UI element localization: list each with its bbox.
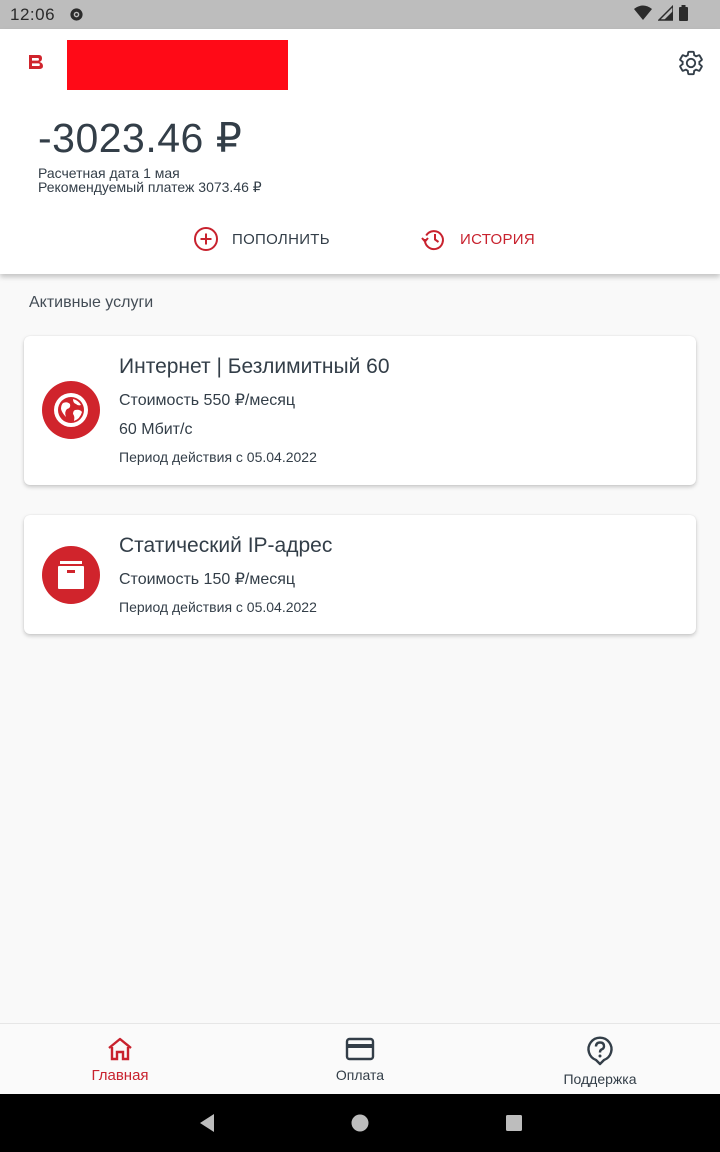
- recents-icon: [506, 1115, 522, 1131]
- system-back-button[interactable]: [195, 1111, 219, 1135]
- system-recents-button[interactable]: [502, 1111, 526, 1135]
- back-icon: [200, 1114, 214, 1132]
- status-bar: 12:06: [0, 0, 720, 29]
- gear-icon: [679, 50, 703, 76]
- help-bubble-icon: [587, 1036, 613, 1066]
- globe-icon: [54, 393, 88, 427]
- topup-label: ПОПОЛНИТЬ: [232, 230, 330, 248]
- service-icon: [42, 381, 100, 439]
- nav-payment-label: Оплата: [335, 1067, 385, 1083]
- nav-home[interactable]: Главная: [0, 1024, 240, 1095]
- service-cost: Стоимость 150 ₽/месяц: [119, 571, 296, 588]
- settings-button[interactable]: [676, 48, 706, 78]
- nav-home-label: Главная: [91, 1067, 149, 1084]
- system-home-button[interactable]: [348, 1111, 372, 1135]
- status-time: 12:06: [10, 4, 56, 24]
- signal-icon: [658, 5, 673, 21]
- balance-amount: -3023.46 ₽: [38, 115, 243, 161]
- home-circle-icon: [351, 1114, 369, 1132]
- service-icon: [42, 546, 100, 604]
- service-speed: 60 Мбит/с: [119, 421, 193, 438]
- service-period: Период действия с 05.04.2022: [119, 599, 317, 615]
- system-navigation-bar: [0, 1094, 720, 1152]
- archive-icon: [58, 561, 84, 589]
- home-icon: [108, 1037, 132, 1061]
- history-label: ИСТОРИЯ: [460, 230, 535, 248]
- nav-support-label: Поддержка: [563, 1071, 637, 1087]
- service-cost: Стоимость 550 ₽/месяц: [119, 392, 296, 409]
- credit-card-icon: [345, 1037, 375, 1061]
- history-button[interactable]: ИСТОРИЯ: [421, 226, 535, 252]
- active-services-title: Активные услуги: [29, 294, 154, 311]
- cast-icon: [70, 8, 83, 21]
- bottom-navigation: Главная Оплата Поддержка: [0, 1023, 720, 1094]
- nav-support[interactable]: Поддержка: [480, 1024, 720, 1095]
- redacted-account-name: [67, 40, 288, 90]
- recommended-payment: Рекомендуемый платеж 3073.46 ₽: [38, 179, 262, 195]
- wifi-icon: [634, 5, 652, 20]
- service-title: Интернет | Безлимитный 60: [119, 355, 390, 378]
- battery-icon: [679, 5, 688, 21]
- plus-circle-icon: [194, 227, 218, 251]
- status-icons: [634, 5, 688, 21]
- service-card-static-ip[interactable]: Статический IP-адрес Стоимость 150 ₽/мес…: [24, 515, 696, 634]
- account-header: -3023.46 ₽ Расчетная дата 1 мая Рекоменд…: [0, 29, 720, 274]
- service-period: Период действия с 05.04.2022: [119, 449, 317, 465]
- history-icon: [421, 230, 444, 251]
- brand-logo-icon: [29, 55, 43, 69]
- topup-button[interactable]: ПОПОЛНИТЬ: [193, 226, 330, 252]
- service-card-internet[interactable]: Интернет | Безлимитный 60 Стоимость 550 …: [24, 336, 696, 485]
- nav-payment[interactable]: Оплата: [240, 1024, 480, 1095]
- service-title: Статический IP-адрес: [119, 534, 333, 557]
